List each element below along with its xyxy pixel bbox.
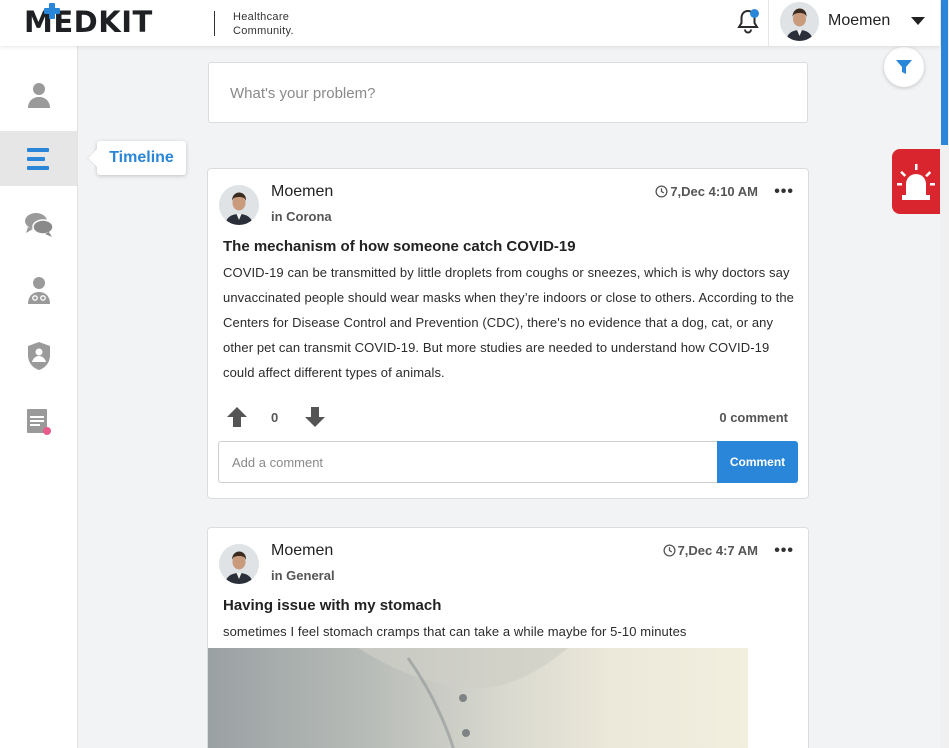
sidebar-item-timeline[interactable] — [0, 131, 77, 186]
chat-icon — [24, 212, 54, 237]
post-body: sometimes I feel stomach cramps that can… — [223, 624, 687, 639]
comment-button[interactable]: Comment — [717, 441, 798, 483]
user-icon — [27, 82, 50, 108]
clock-icon — [655, 185, 668, 198]
filter-icon — [896, 60, 912, 74]
user-avatar[interactable] — [780, 2, 819, 41]
post-category[interactable]: in General — [271, 568, 335, 583]
tagline-line2: Community. — [233, 25, 294, 37]
chevron-down-icon[interactable] — [911, 17, 925, 25]
sidebar-item-profile[interactable] — [0, 67, 77, 122]
vote-count: 0 — [271, 410, 279, 425]
siren-icon — [897, 163, 935, 200]
post-timestamp: 7,Dec 4:7 AM — [663, 543, 758, 558]
comment-count[interactable]: 0 comment — [719, 410, 788, 425]
downvote-icon[interactable] — [304, 406, 326, 433]
post-author-avatar[interactable] — [219, 185, 259, 225]
post-image-margin — [748, 648, 808, 748]
post-time-text: 7,Dec 4:7 AM — [677, 543, 758, 558]
post-author[interactable]: Moemen — [271, 542, 333, 560]
problem-input[interactable]: What's your problem? — [208, 62, 808, 123]
sidebar — [0, 46, 78, 748]
emergency-alarm-button[interactable] — [892, 149, 940, 214]
post-title: Having issue with my stomach — [223, 597, 442, 614]
post-card: Moemen in General 7,Dec 4:7 AM ••• Havin… — [207, 527, 809, 748]
more-options-icon[interactable]: ••• — [774, 542, 794, 560]
medical-cross-icon — [44, 3, 60, 19]
scrollbar[interactable] — [940, 0, 949, 748]
notification-bell-icon[interactable] — [736, 8, 760, 36]
tagline: Healthcare Community. — [233, 10, 294, 38]
doctor-icon — [27, 276, 50, 304]
timeline-tooltip: Timeline — [97, 141, 186, 175]
filter-button[interactable] — [884, 47, 924, 87]
logo-divider — [214, 11, 215, 36]
post-title: The mechanism of how someone catch COVID… — [223, 238, 576, 255]
scrollbar-thumb[interactable] — [941, 0, 948, 145]
upvote-icon[interactable] — [226, 406, 248, 433]
medkit-logo[interactable]: MEDKIT — [24, 3, 202, 38]
post-body: COVID-19 can be transmitted by little dr… — [223, 265, 794, 380]
comment-input[interactable]: Add a comment — [218, 441, 718, 483]
clock-icon — [663, 544, 676, 557]
sidebar-item-insurance[interactable] — [0, 328, 77, 383]
post-author[interactable]: Moemen — [271, 183, 333, 201]
post-author-avatar[interactable] — [219, 544, 259, 584]
notification-dot — [750, 9, 759, 18]
post-card: Moemen in Corona 7,Dec 4:10 AM ••• The m… — [207, 168, 809, 499]
sidebar-item-prescriptions[interactable] — [0, 394, 77, 449]
post-image[interactable] — [208, 648, 748, 748]
post-timestamp: 7,Dec 4:10 AM — [655, 184, 758, 199]
timeline-icon — [26, 147, 49, 170]
top-header: MEDKIT Healthcare Community. Moemen — [0, 0, 940, 46]
header-separator — [768, 0, 769, 46]
post-time-text: 7,Dec 4:10 AM — [670, 184, 758, 199]
post-category[interactable]: in Corona — [271, 209, 332, 224]
tagline-line1: Healthcare — [233, 11, 290, 23]
sidebar-item-doctors[interactable] — [0, 262, 77, 317]
shield-icon — [27, 341, 50, 370]
sidebar-item-chat[interactable] — [0, 197, 77, 252]
more-options-icon[interactable]: ••• — [774, 183, 794, 201]
user-name[interactable]: Moemen — [828, 12, 890, 30]
prescription-icon — [26, 408, 51, 435]
